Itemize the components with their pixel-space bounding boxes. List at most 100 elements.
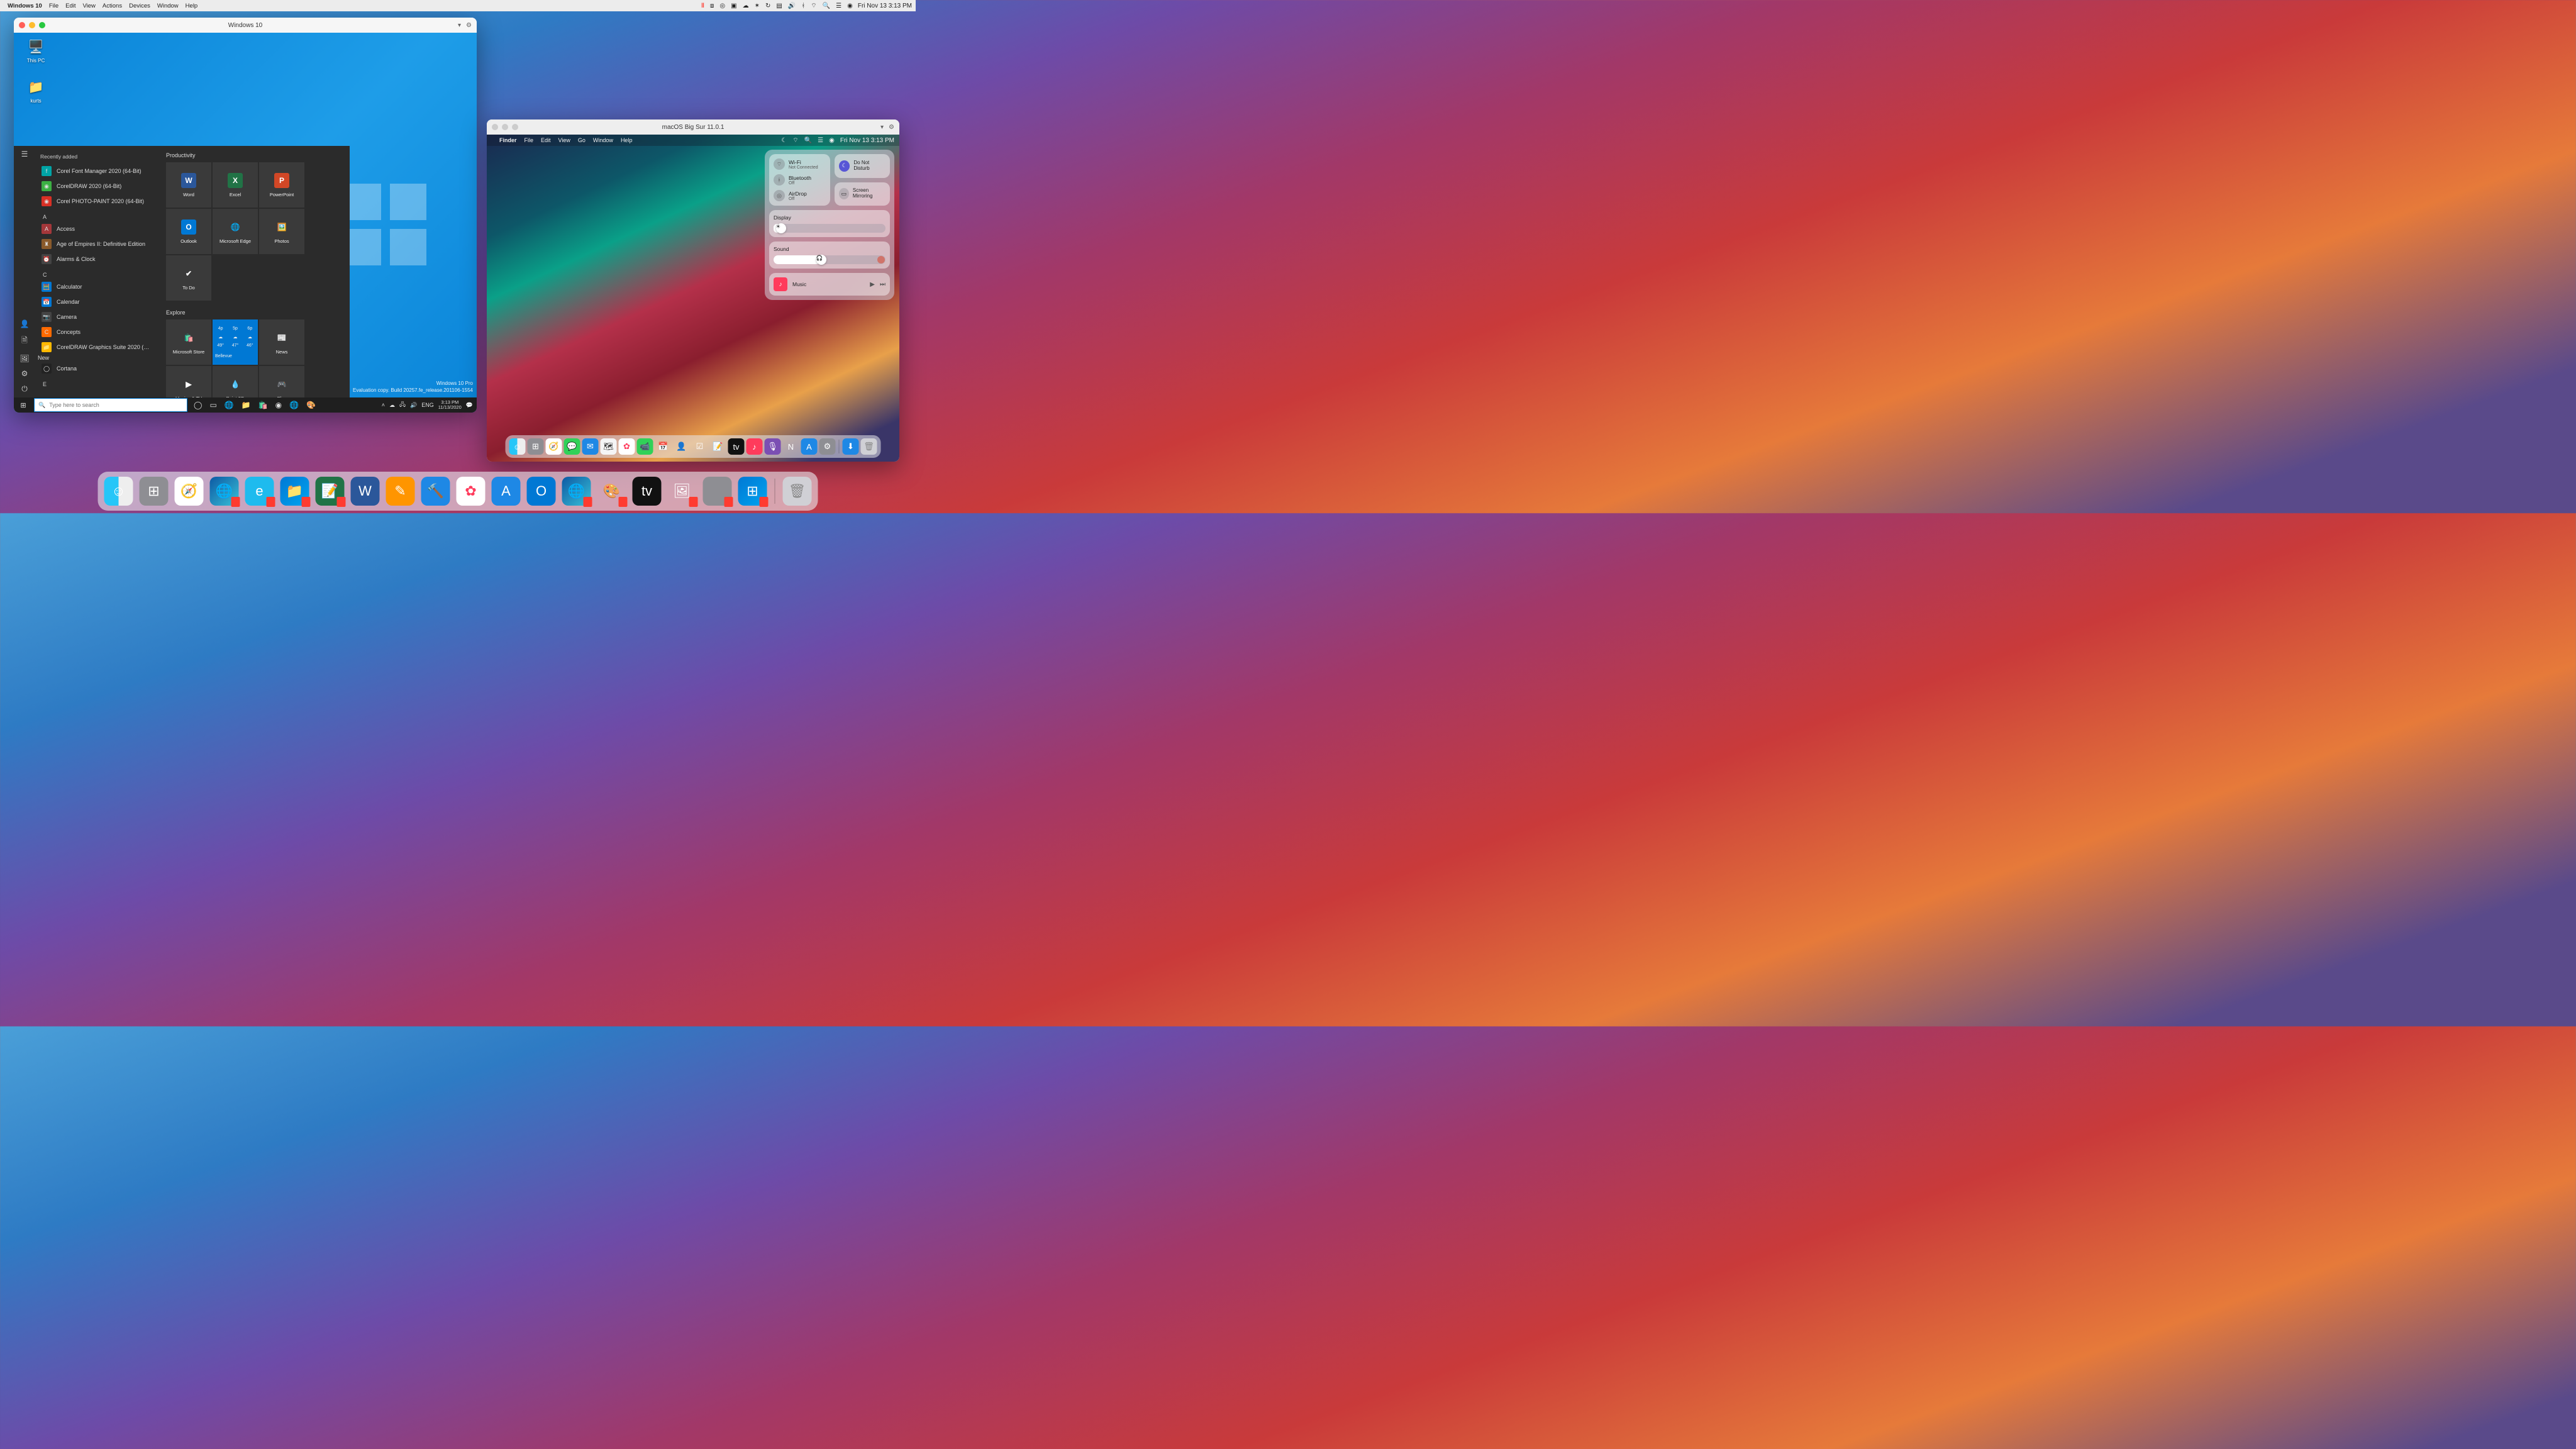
sur-app-name[interactable]: Finder bbox=[499, 137, 517, 143]
explorer-taskbar-icon[interactable]: 📁 bbox=[242, 401, 251, 409]
host-menu-help[interactable]: Help bbox=[186, 3, 198, 9]
tray-volume-icon[interactable]: 🔊 bbox=[410, 402, 417, 409]
sur-clock[interactable]: Fri Nov 13 3:13 PM bbox=[840, 137, 894, 144]
host-clock[interactable]: Fri Nov 13 3:13 PM bbox=[858, 3, 912, 9]
tray-chevron-icon[interactable]: ˄ bbox=[382, 402, 385, 408]
volume-icon[interactable]: 🔊 bbox=[788, 3, 796, 9]
dock-item-windows-logo[interactable]: ⊞ bbox=[738, 477, 767, 506]
start-tile[interactable]: X Excel bbox=[213, 162, 258, 208]
notifications-icon[interactable]: 💬 bbox=[466, 402, 473, 409]
dock-item-xcode[interactable]: 🔨 bbox=[421, 477, 450, 506]
dock-item-messages[interactable]: 💬 bbox=[564, 438, 580, 455]
start-tile[interactable]: 🖼️ Photos bbox=[259, 209, 304, 254]
dock-item-windows-apple[interactable] bbox=[703, 477, 732, 506]
start-tile[interactable]: W Word bbox=[166, 162, 211, 208]
dock-item-podcasts[interactable]: 🎙 bbox=[765, 438, 781, 455]
settings-gear-icon[interactable]: ⚙ bbox=[466, 22, 472, 29]
dock-item-ie[interactable]: e bbox=[245, 477, 274, 506]
parallels-icon[interactable]: ‖ bbox=[701, 3, 704, 9]
dock-item-windows-notepad[interactable]: 📝 bbox=[316, 477, 345, 506]
view-mode-icon[interactable]: ▾ bbox=[458, 22, 461, 29]
status-icon-2[interactable]: ▣ bbox=[731, 3, 736, 9]
status-icon-1[interactable]: ◎ bbox=[719, 3, 725, 9]
cortana-icon[interactable]: ◯ bbox=[194, 401, 202, 409]
control-center-icon[interactable]: ☰ bbox=[818, 137, 823, 144]
bluetooth-icon[interactable]: ᚼ bbox=[801, 3, 805, 9]
start-tile[interactable]: 🌐 Microsoft Edge bbox=[213, 209, 258, 254]
sur-menu-view[interactable]: View bbox=[558, 137, 570, 143]
start-tile[interactable]: ▶ Movies & TV bbox=[166, 366, 211, 397]
settings-gear-icon[interactable]: ⚙ bbox=[889, 124, 894, 131]
dock-item-photos[interactable]: ✿ bbox=[619, 438, 635, 455]
dock-item-music[interactable]: ♪ bbox=[747, 438, 763, 455]
taskbar-search[interactable]: 🔍 bbox=[34, 398, 187, 412]
dock-item-windows-explorer[interactable]: 📁 bbox=[280, 477, 309, 506]
start-button[interactable]: ⊞ bbox=[14, 401, 33, 409]
steam-icon[interactable]: ◉ bbox=[275, 401, 282, 409]
start-letter-header[interactable]: A bbox=[43, 214, 153, 220]
volume-slider[interactable]: 🎧 bbox=[774, 255, 886, 264]
cc-dnd[interactable]: ☾ Do Not Disturb bbox=[835, 154, 890, 178]
documents-icon[interactable]: 🗎 bbox=[21, 335, 28, 348]
time-machine-icon[interactable]: ↻ bbox=[765, 3, 770, 9]
cc-screen-mirroring[interactable]: ▭ Screen Mirroring bbox=[835, 182, 890, 206]
siri-icon[interactable]: ◉ bbox=[847, 3, 853, 9]
play-icon[interactable]: ▶ bbox=[870, 281, 875, 288]
start-app-item[interactable]: f Corel Font Manager 2020 (64-Bit) bbox=[38, 164, 158, 179]
user-avatar-icon[interactable]: 👤 bbox=[20, 319, 30, 328]
start-tile[interactable]: 🎮 Play bbox=[259, 366, 304, 397]
start-tile[interactable]: 🛍️ Microsoft Store bbox=[166, 319, 211, 365]
tray-onedrive-icon[interactable]: ☁ bbox=[389, 402, 395, 409]
tile-group-header[interactable]: Explore bbox=[166, 309, 345, 316]
host-menu-devices[interactable]: Devices bbox=[129, 3, 150, 9]
settings-icon[interactable]: ⚙ bbox=[21, 369, 28, 378]
sound-output-icon[interactable] bbox=[877, 256, 885, 264]
tray-lang[interactable]: ENG bbox=[421, 402, 434, 408]
dock-item-edge[interactable]: 🌐 bbox=[210, 477, 239, 506]
brightness-slider[interactable]: ☀ bbox=[774, 224, 886, 233]
start-app-item[interactable]: ◉ CorelDRAW 2020 (64-Bit) bbox=[38, 179, 158, 194]
paint-icon[interactable]: 🎨 bbox=[306, 401, 316, 409]
dock-item-finder[interactable]: ☺ bbox=[104, 477, 133, 506]
start-app-item[interactable]: ⏰ Alarms & Clock bbox=[38, 252, 158, 267]
start-app-item[interactable]: ◉ Corel PHOTO-PAINT 2020 (64-Bit) bbox=[38, 194, 158, 209]
dnd-icon[interactable]: ☾ bbox=[781, 137, 787, 144]
search-input[interactable] bbox=[49, 402, 183, 408]
dock-item-contacts[interactable]: 👤 bbox=[674, 438, 690, 455]
sur-menu-window[interactable]: Window bbox=[593, 137, 613, 143]
sur-menu-edit[interactable]: Edit bbox=[541, 137, 551, 143]
status-icon-3[interactable]: ✶ bbox=[755, 3, 760, 9]
spotlight-icon[interactable]: 🔍 bbox=[823, 3, 830, 9]
control-center-icon[interactable]: ☰ bbox=[836, 3, 841, 9]
dock-item-launchpad[interactable]: ⊞ bbox=[528, 438, 544, 455]
host-menu-window[interactable]: Window bbox=[157, 3, 179, 9]
windows-desktop[interactable]: 🖥️ This PC 📁 kurts Windows 10 Pro Evalua… bbox=[14, 33, 477, 413]
dock-item-notes[interactable]: 📝 bbox=[710, 438, 726, 455]
power-icon[interactable]: ⏻ bbox=[21, 384, 28, 394]
dock-item-outlook[interactable]: O bbox=[527, 477, 556, 506]
start-tiles[interactable]: Productivity W Word X Excel P PowerPoint… bbox=[161, 146, 350, 397]
dock-item-tv[interactable]: tv bbox=[728, 438, 745, 455]
cc-music[interactable]: ♪ Music ▶ ⏭ bbox=[769, 273, 890, 296]
cc-airdrop[interactable]: ◎ AirDropOff bbox=[774, 190, 826, 201]
dock-item-photos[interactable]: ✿ bbox=[457, 477, 486, 506]
start-app-item[interactable]: ◯ Cortana bbox=[38, 361, 158, 376]
host-menu-actions[interactable]: Actions bbox=[103, 3, 122, 9]
start-tile[interactable]: P PowerPoint bbox=[259, 162, 304, 208]
start-apps-list[interactable]: Recently added f Corel Font Manager 2020… bbox=[35, 146, 161, 397]
start-app-item[interactable]: ♜ Age of Empires II: Definitive Edition bbox=[38, 236, 158, 252]
start-app-item[interactable]: A Access bbox=[38, 221, 158, 236]
store-taskbar-icon[interactable]: 🛍️ bbox=[258, 401, 268, 409]
dock-item-preview[interactable]: 🖼 bbox=[668, 477, 697, 506]
cc-wifi[interactable]: ⌔ Wi-FiNot Connected bbox=[774, 158, 826, 170]
hamburger-icon[interactable]: ☰ bbox=[21, 150, 28, 158]
dock-item-edge2[interactable]: 🌐 bbox=[562, 477, 591, 506]
sur-menu-go[interactable]: Go bbox=[578, 137, 586, 143]
cloud-icon[interactable]: ☁ bbox=[743, 3, 749, 9]
start-app-item[interactable]: 🧮 Calculator bbox=[38, 279, 158, 294]
start-app-item[interactable]: 📅 Calendar bbox=[38, 294, 158, 309]
dock-item-appstore[interactable]: A bbox=[801, 438, 818, 455]
dock-item-reminders[interactable]: ☑ bbox=[692, 438, 708, 455]
dock-item-news[interactable]: N bbox=[783, 438, 799, 455]
sur-menu-help[interactable]: Help bbox=[621, 137, 633, 143]
